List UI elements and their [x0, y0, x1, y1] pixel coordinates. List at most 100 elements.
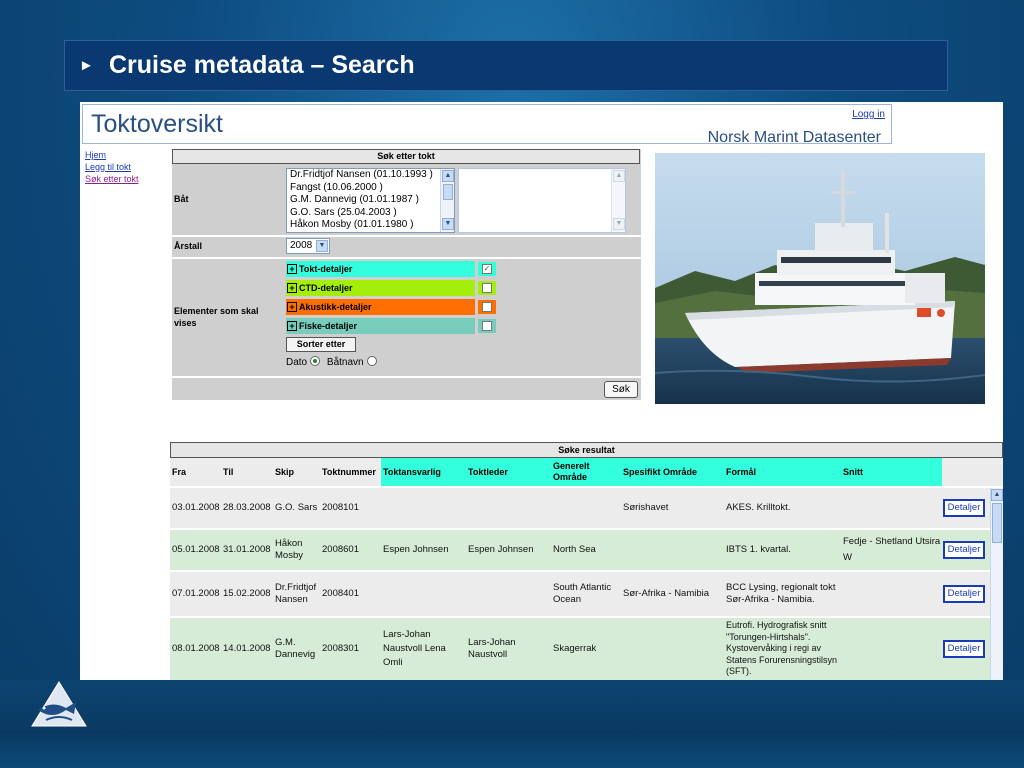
cell-toktleder: Lars-Johan Naustvoll — [468, 637, 516, 660]
nav-add-cruise-link[interactable]: Legg til tokt — [85, 161, 165, 173]
year-value: 2008 — [290, 240, 313, 251]
scroll-up-icon[interactable]: ▲ — [613, 170, 625, 182]
element-label[interactable]: + Tokt-detaljer — [286, 261, 475, 277]
chevron-down-icon[interactable]: ▼ — [316, 240, 328, 252]
boat-option[interactable]: G.M. Dannevig (01.01.1987 ) — [287, 194, 454, 207]
search-submit-button[interactable]: Søk — [604, 381, 638, 398]
cell-toktansvarlig — [381, 572, 466, 616]
tokt-checkbox[interactable]: ✓ — [482, 264, 492, 274]
col-header-skip: Skip — [273, 458, 320, 486]
results-heading: Søke resultat — [170, 442, 1003, 458]
cell-snitt — [841, 572, 942, 616]
col-header-formal: Formål — [724, 458, 841, 486]
cell-toktansvarlig: Lars-Johan Naustvoll Lena Omli — [383, 629, 446, 668]
cell-formal: Eutrofi. Hydrografisk snitt "Torungen-Hi… — [726, 620, 838, 677]
boat-option[interactable]: Håkon Mosby (01.01.1980 ) — [287, 219, 454, 232]
scroll-thumb[interactable] — [443, 184, 453, 200]
element-label[interactable]: + CTD-detaljer — [286, 280, 475, 296]
table-row: 03.01.2008 28.03.2008 G.O. Sars 2008101 … — [170, 488, 990, 528]
col-header-til: Til — [221, 458, 273, 486]
fiske-checkbox[interactable] — [482, 321, 492, 331]
details-button[interactable]: Detaljer — [943, 499, 985, 517]
cell-til: 31.01.2008 — [223, 544, 271, 555]
details-button[interactable]: Detaljer — [943, 640, 985, 658]
selected-boats-scrollbar[interactable]: ▲ ▼ — [611, 169, 625, 232]
cell-til: 14.01.2008 — [223, 643, 271, 654]
element-checkbox-cell — [478, 300, 496, 314]
cell-fra: 07.01.2008 — [172, 588, 220, 599]
nav-home-link[interactable]: Hjem — [85, 149, 165, 161]
boat-option[interactable]: G.O. Sars (25.04.2003 ) — [287, 207, 454, 220]
cell-toktnummer: 2008601 — [322, 544, 359, 555]
year-select[interactable]: 2008 ▼ — [286, 238, 330, 254]
boat-list-scrollbar[interactable]: ▲ ▼ — [440, 169, 454, 232]
cell-formal: BCC Lysing, regionalt tokt Sør-Afrika - … — [726, 582, 836, 605]
sort-date-radio[interactable] — [310, 356, 321, 366]
scroll-down-icon[interactable]: ▼ — [613, 218, 625, 230]
search-form-heading: Søk etter tokt — [172, 149, 640, 164]
sort-date-label: Dato — [286, 357, 308, 368]
plus-box-icon[interactable]: + — [287, 283, 297, 293]
plus-box-icon[interactable]: + — [287, 264, 297, 274]
row-divider — [172, 376, 641, 378]
cell-formal: IBTS 1. kvartal. — [726, 544, 791, 555]
col-header-toktleder: Toktleder — [466, 458, 551, 486]
boat-listbox[interactable]: Dr.Fridtjof Nansen (01.10.1993 ) Fangst … — [286, 168, 455, 233]
cell-toktansvarlig: Espen Johnsen — [383, 544, 449, 555]
scroll-down-icon[interactable]: ▼ — [442, 218, 454, 230]
cell-toktnummer: 2008401 — [322, 588, 359, 599]
cell-snitt: Fedje - Shetland Utsira W — [843, 536, 941, 563]
org-name: Norsk Marint Datasenter — [707, 129, 881, 146]
table-row: 08.01.2008 14.01.2008 G.M. Dannevig 2008… — [170, 618, 990, 680]
left-nav: Hjem Legg til tokt Søk etter tokt — [85, 149, 165, 185]
cell-snitt — [841, 488, 942, 528]
cell-toktleder — [466, 572, 551, 616]
scroll-thumb[interactable] — [992, 503, 1002, 543]
col-header-fra: Fra — [170, 458, 221, 486]
plus-box-icon[interactable]: + — [287, 321, 297, 331]
boat-option[interactable]: Fangst (10.06.2000 ) — [287, 182, 454, 195]
plus-box-icon[interactable]: + — [287, 302, 297, 312]
results-table: Søke resultat Fra Til Skip Toktnummer To… — [170, 442, 1003, 680]
sort-options: Dato Båtnavn — [286, 356, 381, 368]
slide-bottom-band — [0, 680, 1024, 768]
element-row-akustikk: + Akustikk-detaljer — [286, 299, 496, 315]
login-link[interactable]: Logg in — [852, 109, 885, 120]
elements-label: Elementer som skal vises — [174, 306, 259, 328]
col-header-spesifikt: Spesifikt Område — [621, 458, 724, 486]
akustikk-checkbox[interactable] — [482, 302, 492, 312]
boat-option[interactable]: Dr.Fridtjof Nansen (01.10.1993 ) — [287, 169, 454, 182]
ctd-checkbox[interactable] — [482, 283, 492, 293]
element-checkbox-cell: ✓ — [478, 262, 496, 276]
research-vessel-photo — [655, 153, 985, 404]
cell-toktnummer: 2008101 — [322, 502, 359, 513]
details-button[interactable]: Detaljer — [943, 541, 985, 559]
year-label: Årstall — [174, 241, 203, 251]
search-form: Søk etter tokt Båt Dr.Fridtjof Nansen (0… — [172, 149, 641, 400]
selected-boats-listbox[interactable]: ▲ ▼ — [458, 168, 626, 233]
cell-spesifikt — [621, 530, 724, 570]
details-button[interactable]: Detaljer — [943, 585, 985, 603]
sort-button[interactable]: Sorter etter — [286, 337, 356, 352]
scroll-up-icon[interactable]: ▲ — [442, 170, 454, 182]
sort-boat-radio[interactable] — [366, 356, 377, 366]
table-row: 07.01.2008 15.02.2008 Dr.Fridtjof Nansen… — [170, 572, 990, 616]
cell-toktleder: Espen Johnsen — [468, 544, 534, 555]
nav-search-cruise-link[interactable]: Søk etter tokt — [85, 173, 165, 185]
col-header-blank — [942, 458, 1003, 486]
scroll-up-icon[interactable]: ▲ — [991, 489, 1003, 501]
element-label[interactable]: + Fiske-detaljer — [286, 318, 475, 334]
cell-generelt: Skagerrak — [553, 643, 597, 654]
cell-snitt — [841, 618, 942, 680]
table-row: 05.01.2008 31.01.2008 Håkon Mosby 200860… — [170, 530, 990, 570]
cell-skip: G.O. Sars — [275, 502, 318, 513]
results-scrollbar[interactable]: ▲ — [990, 488, 1003, 680]
element-label[interactable]: + Akustikk-detaljer — [286, 299, 475, 315]
cell-spesifikt: Sørishavet — [623, 502, 669, 513]
col-header-toktnummer: Toktnummer — [320, 458, 381, 486]
cell-toktansvarlig — [381, 488, 466, 528]
row-divider — [172, 235, 641, 237]
cell-generelt: North Sea — [553, 544, 596, 555]
cell-fra: 05.01.2008 — [172, 544, 220, 555]
row-divider — [172, 257, 641, 259]
